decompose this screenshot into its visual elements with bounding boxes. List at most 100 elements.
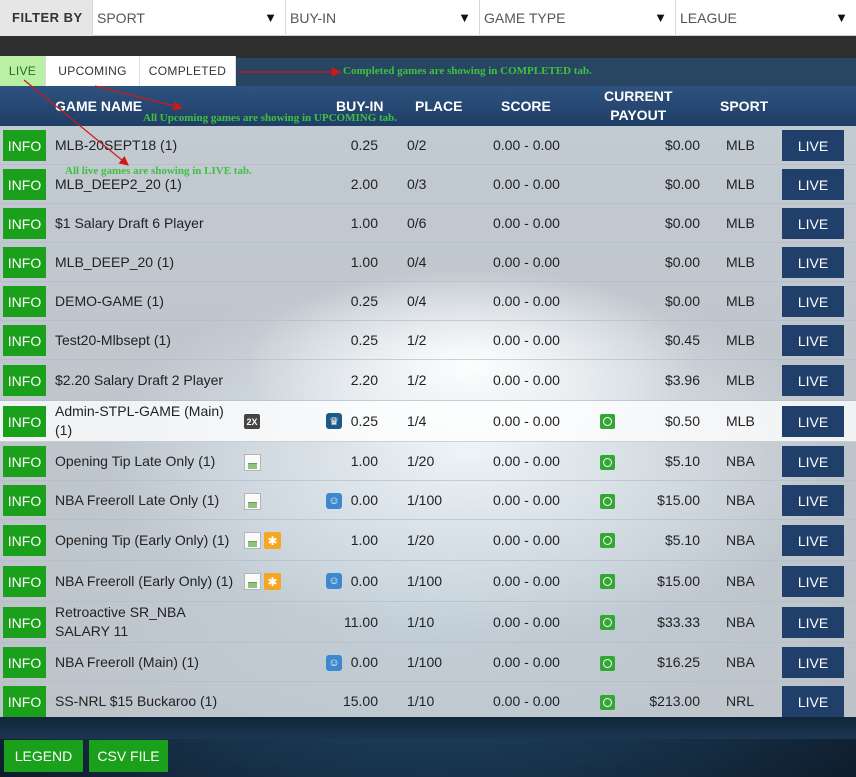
csv-file-button[interactable]: CSV FILE xyxy=(89,740,168,772)
tab-completed[interactable]: COMPLETED xyxy=(140,56,236,86)
sport-value: MLB xyxy=(726,215,755,231)
live-button[interactable]: LIVE xyxy=(782,247,844,278)
filter-by-label: FILTER BY xyxy=(0,0,92,36)
sport-filter-select[interactable]: SPORT ▼ xyxy=(92,0,285,36)
column-place[interactable]: PLACE xyxy=(415,86,462,126)
place-value: 1/10 xyxy=(407,693,435,709)
info-button[interactable]: INFO xyxy=(3,130,46,161)
live-button[interactable]: LIVE xyxy=(782,607,844,638)
live-button[interactable]: LIVE xyxy=(782,325,844,356)
live-button[interactable]: LIVE xyxy=(782,525,844,556)
payout-value: $0.45 xyxy=(664,332,700,348)
live-button[interactable]: LIVE xyxy=(782,566,844,597)
info-button[interactable]: INFO xyxy=(3,208,46,239)
table-row: INFO MLB-20SEPT18 (1) 0.25 0/2 0.00 - 0.… xyxy=(0,126,856,165)
table-header: GAME NAME BUY-IN PLACE SCORE CURRENT PAY… xyxy=(0,86,856,126)
sport-value: MLB xyxy=(726,413,755,429)
game-name: Retroactive SR_NBA SALARY 11 xyxy=(55,604,185,639)
place-value: 1/10 xyxy=(407,614,435,630)
info-button[interactable]: INFO xyxy=(3,607,46,638)
league-filter-select[interactable]: LEAGUE ▼ xyxy=(675,0,856,36)
sport-value: NBA xyxy=(726,654,755,670)
info-button[interactable]: INFO xyxy=(3,325,46,356)
buyin-filter-select[interactable]: BUY-IN ▼ xyxy=(285,0,479,36)
payout-value: $0.00 xyxy=(664,137,700,153)
sport-filter-value: SPORT xyxy=(97,9,145,26)
sport-value: NBA xyxy=(726,614,755,630)
info-button[interactable]: INFO xyxy=(3,566,46,597)
payout-value: $0.00 xyxy=(664,293,700,309)
chevron-down-icon: ▼ xyxy=(264,10,277,25)
featured-star-icon: ✱ xyxy=(264,532,281,549)
payout-icon xyxy=(600,695,615,710)
column-current-payout[interactable]: CURRENT PAYOUT xyxy=(604,86,672,126)
info-button[interactable]: INFO xyxy=(3,247,46,278)
game-name: NBA Freeroll Late Only (1) xyxy=(55,491,220,508)
game-status-tabs: LIVE UPCOMING COMPLETED xyxy=(0,56,236,86)
live-button[interactable]: LIVE xyxy=(782,446,844,477)
info-button[interactable]: INFO xyxy=(3,446,46,477)
table-row: INFO $1 Salary Draft 6 Player 1.00 0/6 0… xyxy=(0,204,856,243)
info-button[interactable]: INFO xyxy=(3,647,46,678)
live-button[interactable]: LIVE xyxy=(782,130,844,161)
game-name: NBA Freeroll (Early Only) (1) xyxy=(55,572,234,589)
payout-value: $0.50 xyxy=(664,413,700,429)
tab-upcoming[interactable]: UPCOMING xyxy=(46,56,140,86)
buyin-value: 0.25 xyxy=(350,413,378,429)
buyin-value: 0.25 xyxy=(350,332,378,348)
game-name: Opening Tip Late Only (1) xyxy=(55,452,216,469)
live-button[interactable]: LIVE xyxy=(782,208,844,239)
tab-live[interactable]: LIVE xyxy=(0,56,46,86)
filter-bar: FILTER BY SPORT ▼ BUY-IN ▼ GAME TYPE ▼ L… xyxy=(0,0,856,36)
payout-value: $213.00 xyxy=(649,693,700,709)
live-button[interactable]: LIVE xyxy=(782,686,844,717)
column-sport[interactable]: SPORT xyxy=(720,86,768,126)
sport-value: MLB xyxy=(726,332,755,348)
payout-value: $0.00 xyxy=(664,176,700,192)
column-score[interactable]: SCORE xyxy=(501,86,551,126)
image-placeholder-icon xyxy=(244,454,261,471)
sport-value: NRL xyxy=(726,693,755,709)
buyin-value: 2.00 xyxy=(350,176,378,192)
buyin-value: 0.00 xyxy=(350,573,378,589)
buyin-value: 0.00 xyxy=(350,654,378,670)
info-button[interactable]: INFO xyxy=(3,525,46,556)
game-name: Admin-STPL-GAME (Main) (1) xyxy=(55,403,224,438)
payout-icon xyxy=(600,414,615,429)
info-button[interactable]: INFO xyxy=(3,686,46,717)
score-value: 0.00 - 0.00 xyxy=(493,492,560,508)
annotation-live: All live games are showing in LIVE tab. xyxy=(65,165,252,177)
column-game-name[interactable]: GAME NAME xyxy=(55,86,142,126)
game-name: Test20-Mlbsept (1) xyxy=(55,331,171,348)
place-value: 0/4 xyxy=(407,293,427,309)
buyin-value: 0.00 xyxy=(350,492,378,508)
buyin-value: 2.20 xyxy=(350,372,378,388)
legend-button[interactable]: LEGEND xyxy=(4,740,83,772)
game-name: MLB_DEEP_20 (1) xyxy=(55,253,175,270)
game-name: DEMO-GAME (1) xyxy=(55,292,164,309)
info-button[interactable]: INFO xyxy=(3,286,46,317)
image-placeholder-icon xyxy=(244,493,261,510)
info-button[interactable]: INFO xyxy=(3,485,46,516)
live-button[interactable]: LIVE xyxy=(782,406,844,437)
place-value: 1/20 xyxy=(407,453,435,469)
info-button[interactable]: INFO xyxy=(3,365,46,396)
live-button[interactable]: LIVE xyxy=(782,169,844,200)
double-up-badge: 2X xyxy=(244,414,260,429)
buyin-value: 1.00 xyxy=(350,532,378,548)
live-button[interactable]: LIVE xyxy=(782,485,844,516)
score-value: 0.00 - 0.00 xyxy=(493,176,560,192)
bottom-dark-band xyxy=(0,717,856,739)
chevron-down-icon: ▼ xyxy=(654,10,667,25)
payout-value: $0.00 xyxy=(664,254,700,270)
info-button[interactable]: INFO xyxy=(3,406,46,437)
place-value: 1/100 xyxy=(407,654,443,670)
live-button[interactable]: LIVE xyxy=(782,286,844,317)
live-button[interactable]: LIVE xyxy=(782,647,844,678)
payout-value: $5.10 xyxy=(664,532,700,548)
sport-value: MLB xyxy=(726,372,755,388)
live-button[interactable]: LIVE xyxy=(782,365,844,396)
game-type-filter-select[interactable]: GAME TYPE ▼ xyxy=(479,0,675,36)
sport-value: NBA xyxy=(726,453,755,469)
info-button[interactable]: INFO xyxy=(3,169,46,200)
